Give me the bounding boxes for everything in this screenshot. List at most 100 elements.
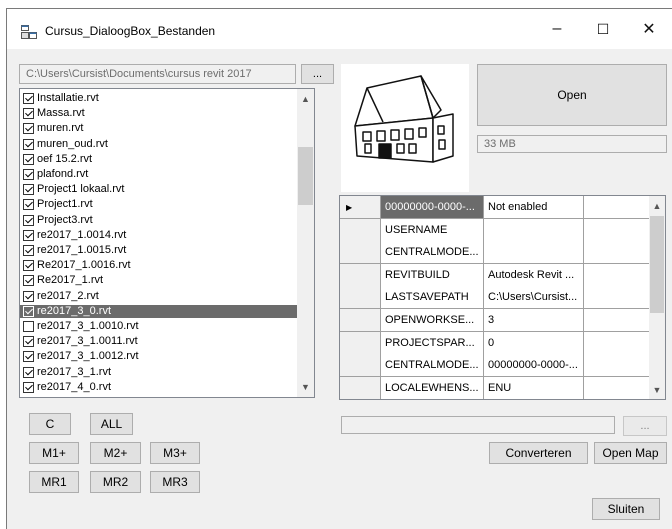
folder-path-input[interactable]: C:\Users\Cursist\Documents\cursus revit … <box>19 64 296 84</box>
browse-target-button[interactable]: ... <box>623 416 667 436</box>
file-list-item[interactable]: re2017_1.0014.rvt <box>20 229 298 242</box>
mr3-button[interactable]: MR3 <box>150 471 200 493</box>
file-list-item[interactable]: re2017_1.0015.rvt <box>20 244 298 257</box>
grid-row[interactable]: ▶ 00000000-0000-... Not enabled <box>340 196 650 219</box>
row-header[interactable] <box>340 354 381 378</box>
file-checkbox[interactable] <box>23 275 34 287</box>
row-header[interactable] <box>340 376 381 399</box>
m1-button[interactable]: M1+ <box>29 442 79 464</box>
scroll-down-icon[interactable]: ▼ <box>297 379 314 395</box>
close-button[interactable]: ✕ <box>626 9 672 49</box>
file-checkbox[interactable] <box>23 290 34 302</box>
grid-scroll-thumb[interactable] <box>650 216 664 313</box>
grid-scrollbar[interactable]: ▲ ▼ <box>649 196 665 399</box>
grid-scroll-up-icon[interactable]: ▲ <box>649 198 665 214</box>
grid-key-cell[interactable]: LASTSAVEPATH <box>381 286 484 310</box>
grid-row[interactable]: CENTRALMODE... 00000000-0000-... <box>340 354 650 378</box>
mr2-button[interactable]: MR2 <box>90 471 141 493</box>
grid-row[interactable]: REVITBUILD Autodesk Revit ... <box>340 263 650 287</box>
row-header[interactable] <box>340 331 381 355</box>
file-list-item[interactable]: re2017_2.rvt <box>20 290 298 303</box>
row-header[interactable] <box>340 286 381 310</box>
target-path-field[interactable] <box>341 416 615 434</box>
m2-button[interactable]: M2+ <box>90 442 141 464</box>
grid-row[interactable]: PROJECTSPAR... 0 <box>340 331 650 355</box>
file-list-item[interactable]: Project3.rvt <box>20 214 298 227</box>
file-checkbox[interactable] <box>23 336 34 348</box>
file-list-item[interactable]: oef 15.2.rvt <box>20 153 298 166</box>
mr1-button[interactable]: MR1 <box>29 471 79 493</box>
file-checkbox[interactable] <box>23 93 34 104</box>
converteren-button[interactable]: Converteren <box>489 442 588 464</box>
file-checkbox[interactable] <box>23 108 34 120</box>
file-list-item[interactable]: Project1 lokaal.rvt <box>20 183 298 196</box>
file-checkbox[interactable] <box>23 351 34 363</box>
file-checkbox[interactable] <box>23 305 34 317</box>
grid-value-cell[interactable]: Autodesk Revit ... <box>484 263 584 287</box>
grid-value-cell[interactable] <box>484 241 584 265</box>
file-list-item[interactable]: muren.rvt <box>20 122 298 135</box>
file-checkbox[interactable] <box>23 169 34 180</box>
minimize-button[interactable]: – <box>534 9 580 49</box>
grid-key-cell[interactable]: REVITBUILD <box>381 263 484 287</box>
grid-value-cell[interactable]: 3 <box>484 309 584 332</box>
scroll-thumb[interactable] <box>298 147 313 205</box>
file-checkbox[interactable] <box>23 229 34 241</box>
row-header[interactable] <box>340 241 381 265</box>
row-header[interactable] <box>340 263 381 287</box>
file-list-item[interactable]: re2017_3_1.rvt <box>20 366 298 379</box>
row-header[interactable] <box>340 218 381 242</box>
grid-value-cell[interactable]: 00000000-0000-... <box>484 354 584 378</box>
open-map-button[interactable]: Open Map <box>594 442 667 464</box>
row-header[interactable]: ▶ <box>340 196 381 219</box>
open-button[interactable]: Open <box>477 64 667 126</box>
sluiten-button[interactable]: Sluiten <box>592 498 660 520</box>
file-list-item[interactable]: re2017_3_1.0010.rvt <box>20 320 298 333</box>
file-checkbox[interactable] <box>23 199 34 211</box>
grid-row[interactable]: LASTSAVEPATH C:\Users\Cursist... <box>340 286 650 310</box>
file-checkbox[interactable] <box>23 214 34 226</box>
file-checkbox[interactable] <box>23 153 34 165</box>
browse-folder-button[interactable]: ... <box>301 64 334 84</box>
grid-key-cell[interactable]: 00000000-0000-... <box>381 196 484 219</box>
row-header[interactable] <box>340 309 381 332</box>
grid-row[interactable]: LOCALEWHENS... ENU <box>340 376 650 399</box>
file-list-item[interactable]: plafond.rvt <box>20 168 298 181</box>
grid-row[interactable]: CENTRALMODE... <box>340 241 650 265</box>
grid-key-cell[interactable]: PROJECTSPAR... <box>381 331 484 355</box>
properties-grid[interactable]: ▶ 00000000-0000-... Not enabled USERNAME CEN… <box>339 195 666 400</box>
file-list-item[interactable]: re2017_3_1.0011.rvt <box>20 335 298 348</box>
file-list-item[interactable]: muren_oud.rvt <box>20 138 298 151</box>
grid-value-cell[interactable]: 0 <box>484 331 584 355</box>
file-list-scrollbar[interactable]: ▲ ▼ <box>297 89 314 397</box>
file-checkbox[interactable] <box>23 366 34 378</box>
file-checkbox[interactable] <box>23 381 34 393</box>
grid-key-cell[interactable]: CENTRALMODE... <box>381 354 484 378</box>
grid-key-cell[interactable]: USERNAME <box>381 218 484 242</box>
grid-key-cell[interactable]: CENTRALMODE... <box>381 241 484 265</box>
file-list-item[interactable]: re2017_4_0.rvt <box>20 381 298 394</box>
grid-value-cell[interactable] <box>484 218 584 242</box>
file-checkbox[interactable] <box>23 321 34 332</box>
file-checkbox[interactable] <box>23 184 34 196</box>
grid-row[interactable]: USERNAME <box>340 218 650 242</box>
grid-row[interactable]: OPENWORKSE... 3 <box>340 309 650 332</box>
scroll-up-icon[interactable]: ▲ <box>297 91 314 107</box>
file-list-item[interactable]: Project1.rvt <box>20 198 298 211</box>
grid-value-cell[interactable]: C:\Users\Cursist... <box>484 286 584 310</box>
file-list-item[interactable]: Installatie.rvt <box>20 92 298 105</box>
grid-key-cell[interactable]: LOCALEWHENS... <box>381 376 484 399</box>
file-checkbox[interactable] <box>23 260 34 272</box>
file-list-item[interactable]: re2017_3_1.0012.rvt <box>20 350 298 363</box>
file-list-item[interactable]: re2017_3_0.rvt <box>20 304 298 318</box>
file-checkbox[interactable] <box>23 245 34 256</box>
file-checkbox[interactable] <box>23 138 34 150</box>
grid-value-cell[interactable]: Not enabled <box>484 196 584 219</box>
all-button[interactable]: ALL <box>90 413 133 435</box>
grid-value-cell[interactable]: ENU <box>484 376 584 399</box>
c-button[interactable]: C <box>29 413 71 435</box>
file-list-item[interactable]: Re2017_1.0016.rvt <box>20 259 298 272</box>
file-checkbox[interactable] <box>23 123 34 135</box>
grid-key-cell[interactable]: OPENWORKSE... <box>381 309 484 332</box>
file-list-item[interactable]: Re2017_1.rvt <box>20 274 298 287</box>
